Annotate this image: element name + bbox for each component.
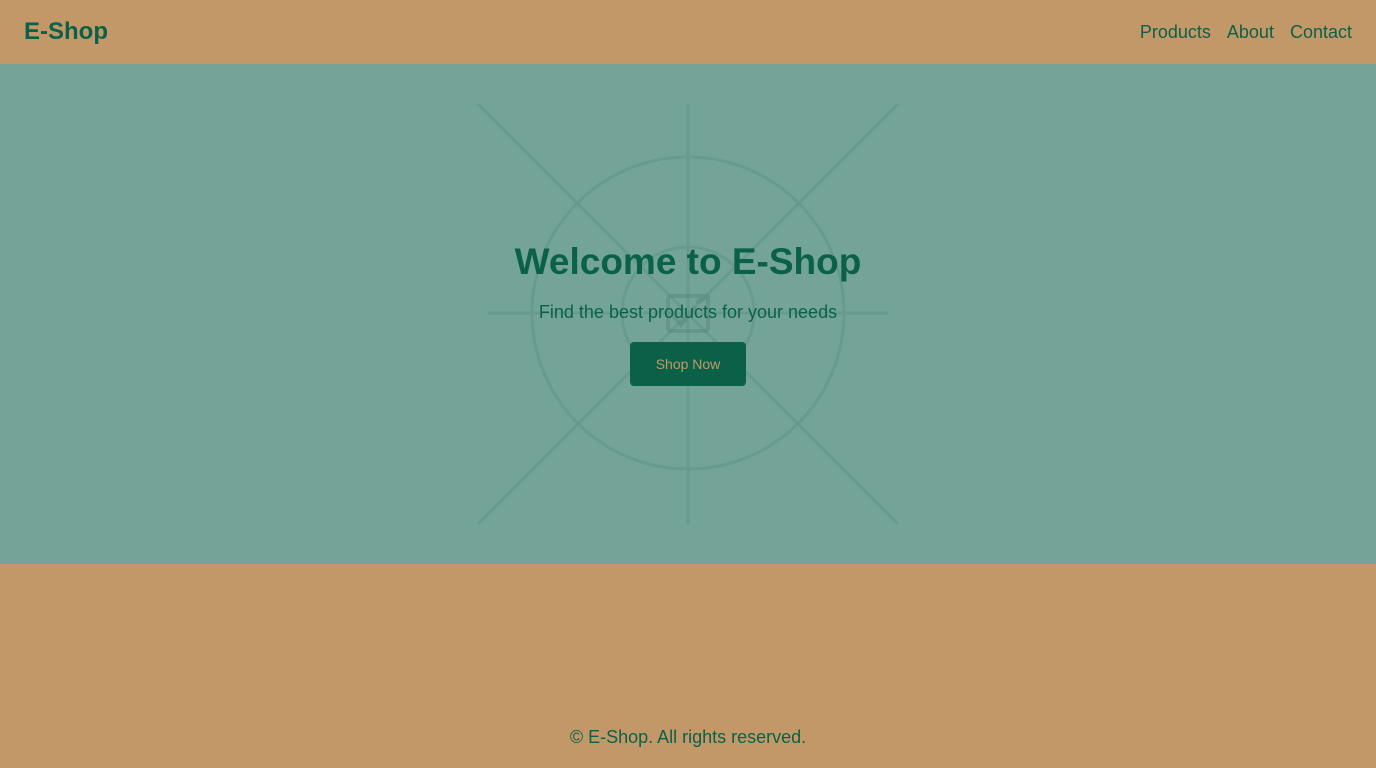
- hero-title: Welcome to E-Shop: [514, 241, 862, 282]
- shop-now-button[interactable]: Shop Now: [630, 342, 746, 386]
- site-header: E-Shop Products About Contact: [0, 0, 1376, 64]
- nav-link-about[interactable]: About: [1227, 20, 1274, 44]
- hero-section: Welcome to E-Shop Find the best products…: [0, 64, 1376, 564]
- logo-link[interactable]: E-Shop: [24, 17, 108, 47]
- hero-subtitle: Find the best products for your needs: [538, 302, 838, 322]
- nav-link-contact[interactable]: Contact: [1290, 20, 1352, 44]
- main-nav: Products About Contact: [1140, 20, 1352, 44]
- footer-copyright: © E-Shop. All rights reserved.: [569, 727, 807, 747]
- nav-link-products[interactable]: Products: [1140, 20, 1211, 44]
- site-footer: © E-Shop. All rights reserved.: [0, 564, 1376, 768]
